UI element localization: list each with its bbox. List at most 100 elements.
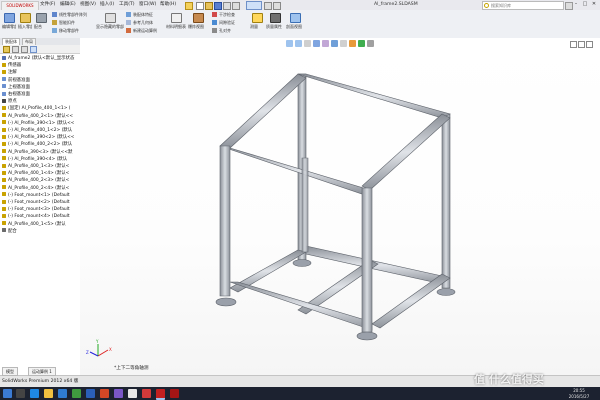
tree-item[interactable]: (-) Al_Profile_390<1> (默认<<: [0, 120, 80, 127]
tree-item[interactable]: Al_Profile_400_2<3> (默认<: [0, 177, 80, 184]
smart-fasteners-button[interactable]: 智能扣件: [52, 20, 92, 26]
new-motion-study-button[interactable]: 新建运动算例: [126, 28, 162, 34]
options-icon[interactable]: [273, 2, 281, 10]
clock[interactable]: 20:55 2016/5/27: [560, 388, 598, 399]
beam-top-right[interactable]: [361, 113, 451, 191]
tree-item[interactable]: (-) Foot_mount<2> (Default: [0, 199, 80, 206]
edge-browser-icon[interactable]: [30, 389, 39, 398]
show-hidden-components-button[interactable]: 显示隐藏的零部件: [96, 12, 124, 34]
insert-components-button[interactable]: 插入零部件: [18, 12, 32, 34]
menu-window[interactable]: 窗口(W): [139, 2, 156, 8]
chrome-icon[interactable]: [128, 389, 137, 398]
tree-item[interactable]: Al_Profile_400_1<3> (默认<: [0, 163, 80, 170]
tree-item[interactable]: Al_frame2 (默认<默认_显示状态: [0, 55, 80, 62]
upright-back-right[interactable]: [441, 113, 451, 289]
menu-help[interactable]: 帮助(H): [160, 2, 176, 8]
menu-insert[interactable]: 插入(I): [100, 2, 114, 8]
search-input[interactable]: [491, 2, 561, 9]
onenote-icon[interactable]: [114, 389, 123, 398]
tree-item[interactable]: Al_Profile_400_1<5> (默认: [0, 221, 80, 228]
mass-properties-button[interactable]: 质量属性: [266, 12, 284, 34]
beam-bottom-front[interactable]: [229, 281, 373, 331]
tree-item[interactable]: (固定) Al_Profile_400_1<1> (: [0, 105, 80, 112]
tree-item[interactable]: 传感器: [0, 62, 80, 69]
menu-tools[interactable]: 工具(T): [119, 2, 135, 8]
tree-item[interactable]: Al_Profile_400_1<4> (默认<: [0, 170, 80, 177]
tree-item[interactable]: (-) Al_Profile_390<2> (默认<<: [0, 134, 80, 141]
tab-layout[interactable]: 布局: [22, 38, 36, 45]
upright-front-right[interactable]: [361, 187, 373, 333]
tab-model[interactable]: 模型: [2, 367, 18, 376]
search-box[interactable]: [482, 1, 564, 10]
hole-alignment-button[interactable]: 孔对齐: [212, 28, 246, 34]
menu-view[interactable]: 视图(V): [80, 2, 96, 8]
feature-manager-icon[interactable]: [3, 46, 10, 53]
tree-item[interactable]: (-) Foot_mount<3> (Default: [0, 206, 80, 213]
tree-item[interactable]: Al_Profile_400_2<1> (默认<<: [0, 113, 80, 120]
menu-file[interactable]: 文件(F): [40, 2, 55, 8]
tree-item[interactable]: Al_Profile_390<3> (默认<<默: [0, 149, 80, 156]
upright-back-center[interactable]: [301, 157, 309, 253]
tree-item[interactable]: (-) Al_Profile_400_1<2> (默认: [0, 127, 80, 134]
foot-front-right[interactable]: [356, 331, 378, 341]
exploded-view-button[interactable]: 爆炸视图: [188, 12, 208, 34]
interference-detection-button[interactable]: 干涉检查: [212, 12, 246, 18]
pin-icon[interactable]: [185, 2, 193, 10]
close-button[interactable]: ✕: [590, 1, 598, 8]
aluminium-frame[interactable]: [215, 73, 456, 341]
foot-back-right[interactable]: [436, 288, 456, 296]
minimize-button[interactable]: –: [572, 1, 580, 8]
beam-bottom-right[interactable]: [371, 273, 451, 329]
task-view-icon[interactable]: [16, 389, 25, 398]
new-document-icon[interactable]: [196, 2, 204, 10]
print-icon[interactable]: [223, 2, 231, 10]
word-icon[interactable]: [86, 389, 95, 398]
menu-edit[interactable]: 编辑(E): [60, 2, 76, 8]
excel-icon[interactable]: [72, 389, 81, 398]
tree-item[interactable]: (-) Foot_mount<1> (Default: [0, 192, 80, 199]
tab-assembly[interactable]: 装配体: [2, 38, 20, 45]
graphics-area[interactable]: X Y Z *上下二等角轴测: [80, 38, 600, 375]
assembly-features-button[interactable]: 装配体特征: [126, 12, 162, 18]
tree-item[interactable]: (-) Foot_mount<4> (Default: [0, 213, 80, 220]
rebuild-icon[interactable]: [264, 2, 272, 10]
tree-item[interactable]: 上视基准面: [0, 84, 80, 91]
store-icon[interactable]: [58, 389, 67, 398]
start-icon[interactable]: [3, 389, 12, 398]
measure-button[interactable]: 测量: [250, 12, 264, 34]
linear-pattern-button[interactable]: 线性零部件阵列: [52, 12, 92, 18]
mate-button[interactable]: 配合: [34, 12, 48, 34]
tree-item[interactable]: 配合: [0, 228, 80, 235]
upright-front-left[interactable]: [219, 145, 231, 297]
beam-top-back[interactable]: [297, 73, 451, 119]
undo-icon[interactable]: [232, 2, 240, 10]
tree-item[interactable]: Al_Profile_400_2<4> (默认<: [0, 185, 80, 192]
move-component-button[interactable]: 移动零部件: [52, 28, 92, 34]
file-explorer-icon[interactable]: [44, 389, 53, 398]
select-tool-button[interactable]: [246, 1, 262, 10]
tree-item[interactable]: (-) Al_Profile_400_2<2> (默认: [0, 141, 80, 148]
property-manager-icon[interactable]: [12, 46, 19, 53]
clearance-verification-button[interactable]: 间隙验证: [212, 20, 246, 26]
beam-top-front[interactable]: [219, 145, 371, 195]
tree-item[interactable]: (-) Al_Profile_390<4> (默认: [0, 156, 80, 163]
maximize-button[interactable]: □: [581, 1, 589, 8]
tree-item[interactable]: 前视基准面: [0, 77, 80, 84]
section-view-button[interactable]: 剖面视图: [286, 12, 304, 34]
pdf-icon[interactable]: [170, 389, 179, 398]
tree-item[interactable]: 原点: [0, 98, 80, 105]
open-icon[interactable]: [205, 2, 213, 10]
configuration-manager-icon[interactable]: [21, 46, 28, 53]
beam-top-left[interactable]: [219, 73, 307, 149]
assembly-model-canvas[interactable]: [80, 38, 600, 375]
foot-front-left[interactable]: [215, 297, 237, 307]
tree-item[interactable]: 注解: [0, 69, 80, 76]
edit-component-button[interactable]: 编辑零部件: [2, 12, 16, 34]
bill-of-materials-button[interactable]: 材料明细表: [166, 12, 186, 34]
app-icon-red[interactable]: [142, 389, 151, 398]
foot-back-left[interactable]: [292, 259, 312, 267]
display-manager-icon[interactable]: [30, 46, 37, 53]
powerpoint-icon[interactable]: [100, 389, 109, 398]
reference-geometry-button[interactable]: 参考几何体: [126, 20, 162, 26]
save-icon[interactable]: [214, 2, 222, 10]
